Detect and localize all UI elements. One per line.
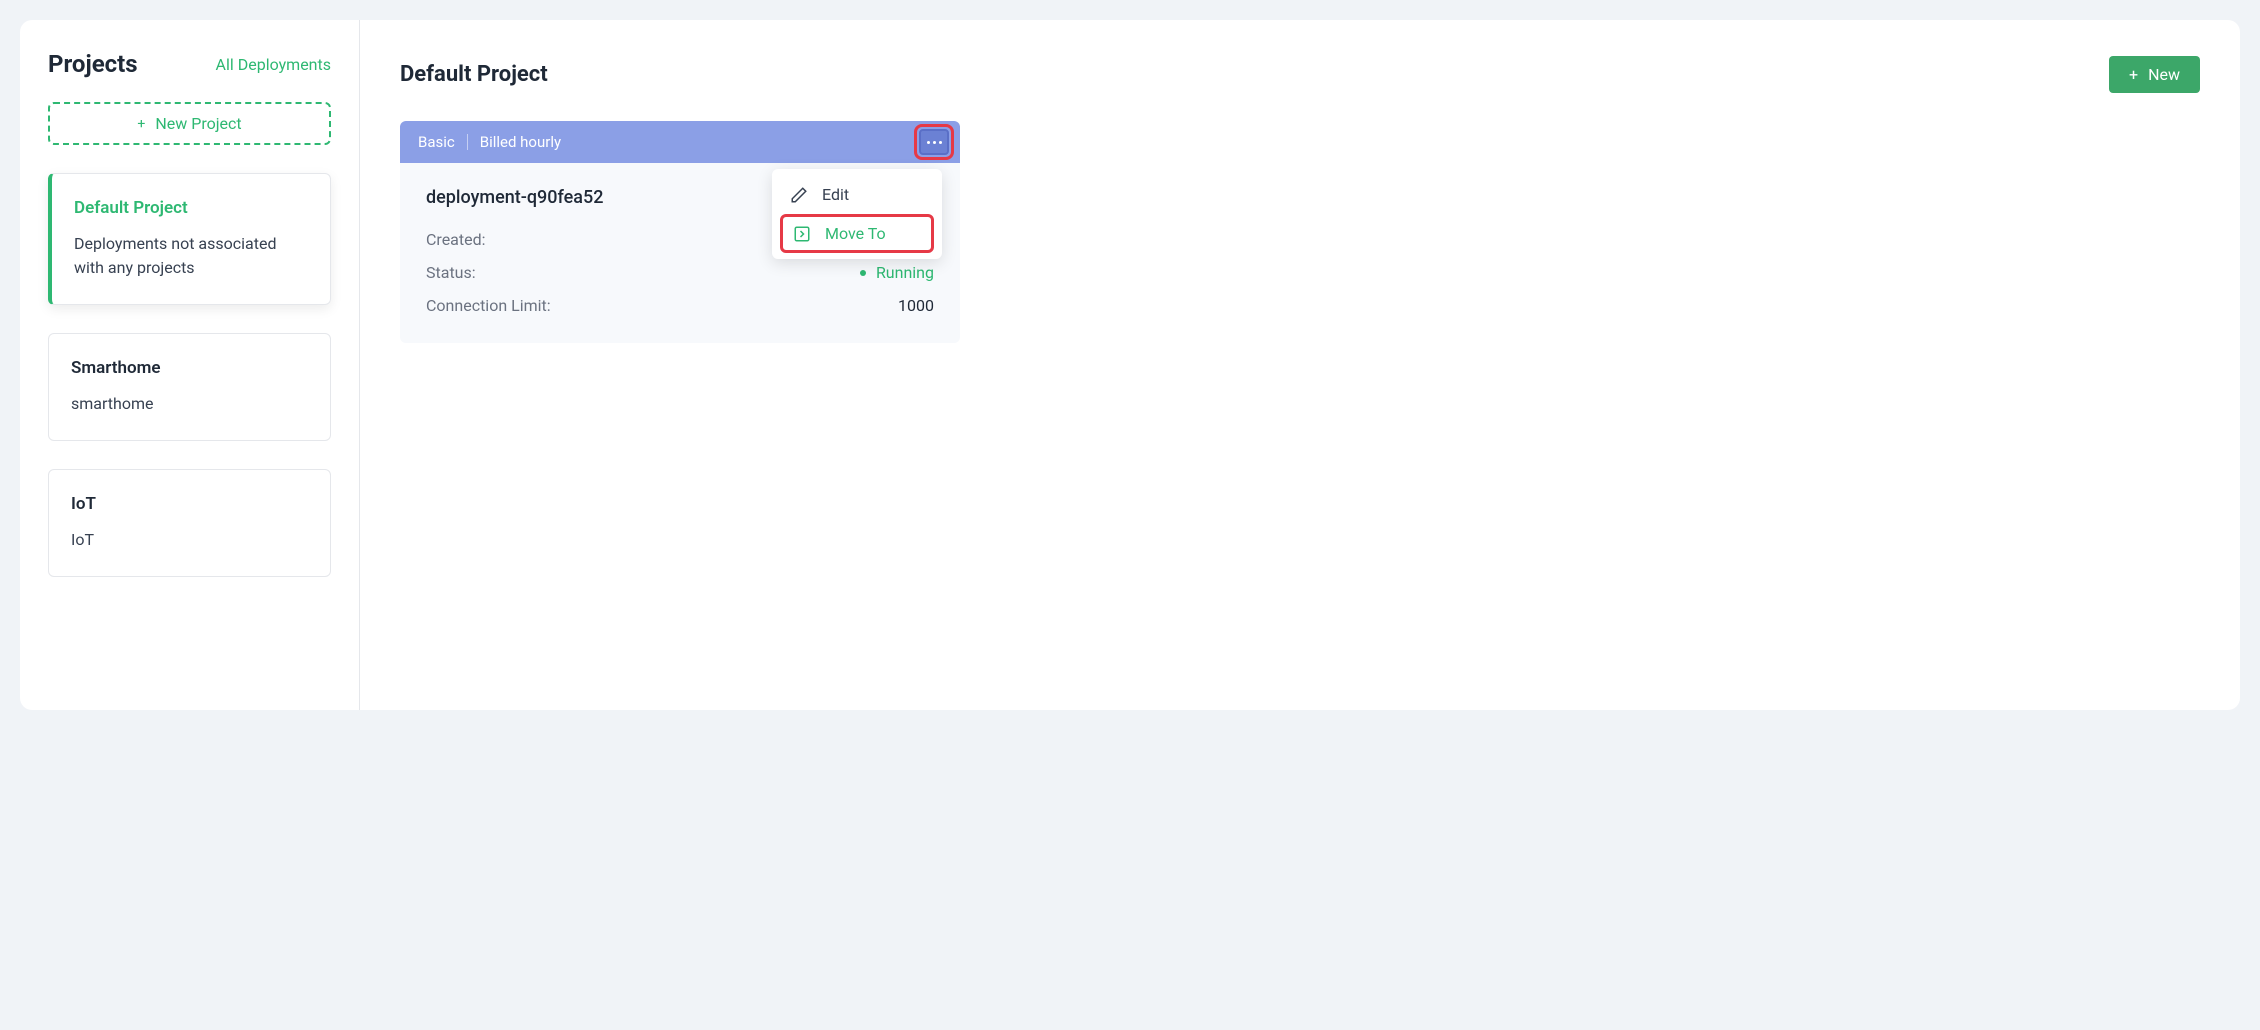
app-container: Projects All Deployments + New Project D… [20, 20, 2240, 710]
new-project-button[interactable]: + New Project [48, 102, 331, 145]
deployment-plan: Basic [418, 133, 455, 151]
move-to-icon [793, 225, 811, 243]
limit-label: Connection Limit: [426, 296, 551, 315]
project-card-iot[interactable]: IoT IoT [48, 469, 331, 577]
sidebar-header: Projects All Deployments [48, 50, 331, 78]
edit-icon [790, 186, 808, 204]
sidebar-title: Projects [48, 50, 138, 78]
deployment-header-left: Basic Billed hourly [418, 133, 561, 151]
status-text: Running [876, 263, 934, 282]
deployment-card-header: Basic Billed hourly [400, 121, 960, 163]
all-deployments-link[interactable]: All Deployments [216, 55, 331, 74]
project-name: IoT [71, 494, 308, 514]
menu-item-edit[interactable]: Edit [772, 175, 942, 214]
sidebar: Projects All Deployments + New Project D… [20, 20, 360, 710]
limit-value: 1000 [898, 296, 934, 315]
more-options-button[interactable] [919, 129, 949, 155]
main-content: Default Project + New Basic Billed hourl… [360, 20, 2240, 710]
more-options-menu: Edit Move To [772, 169, 942, 259]
project-name: Smarthome [71, 358, 308, 378]
project-description: IoT [71, 528, 308, 552]
created-label: Created: [426, 230, 486, 249]
new-project-label: New Project [155, 114, 241, 133]
deployment-card: Basic Billed hourly deployment-q90fea52 … [400, 121, 960, 343]
edit-label: Edit [822, 185, 849, 204]
status-label: Status: [426, 263, 476, 282]
status-value: Running [860, 263, 934, 282]
dots-icon [927, 141, 930, 144]
deployment-name: deployment-q90fea52 [426, 187, 603, 208]
deployment-limit-row: Connection Limit: 1000 [426, 296, 934, 315]
dots-icon [933, 141, 936, 144]
new-button-label: New [2148, 65, 2180, 84]
divider [467, 134, 468, 150]
deployment-status-row: Status: Running [426, 263, 934, 282]
status-dot-icon [860, 270, 866, 276]
dots-icon [939, 141, 942, 144]
project-description: Deployments not associated with any proj… [74, 232, 308, 280]
plus-icon: + [137, 117, 145, 131]
more-button-highlight [914, 124, 954, 160]
project-card-default[interactable]: Default Project Deployments not associat… [48, 173, 331, 305]
deployment-billing: Billed hourly [480, 133, 561, 151]
move-to-label: Move To [825, 224, 886, 243]
project-card-smarthome[interactable]: Smarthome smarthome [48, 333, 331, 441]
main-header: Default Project + New [400, 56, 2200, 93]
plus-icon: + [2129, 65, 2138, 84]
menu-item-move-to[interactable]: Move To [780, 214, 934, 253]
page-title: Default Project [400, 62, 548, 87]
project-description: smarthome [71, 392, 308, 416]
new-deployment-button[interactable]: + New [2109, 56, 2200, 93]
project-name: Default Project [74, 198, 308, 218]
